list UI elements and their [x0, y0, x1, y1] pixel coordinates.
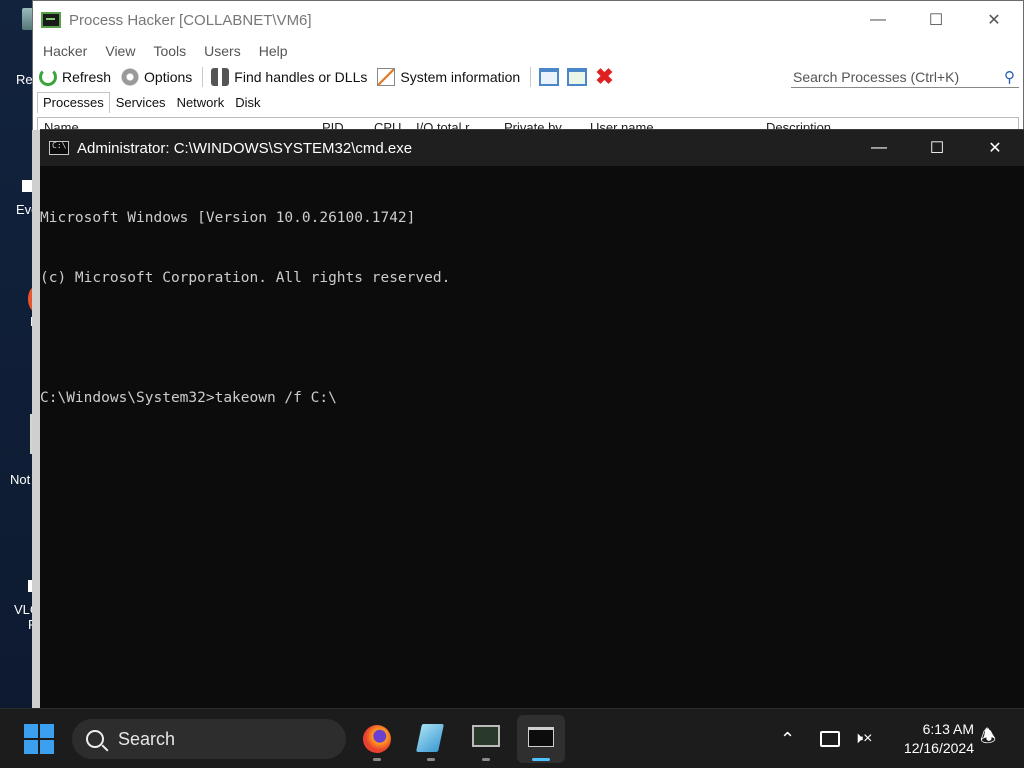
- windows-logo-icon: [40, 724, 54, 738]
- console-line: Microsoft Windows [Version 10.0.26100.17…: [40, 210, 416, 226]
- find-handles-button[interactable]: Find handles or DLLs: [211, 68, 367, 86]
- process-hacker-titlebar[interactable]: Process Hacker [COLLABNET\VM6] — ☐ ✕: [33, 1, 1023, 39]
- system-information-button[interactable]: System information: [377, 68, 520, 86]
- windows-logo-icon: [24, 724, 38, 738]
- clock-date: 12/16/2024: [903, 740, 974, 756]
- windows-logo-icon: [24, 740, 38, 754]
- command-prompt-line[interactable]: C:\Windows\System32>takeown /f C:\: [40, 388, 1024, 408]
- tab-network[interactable]: Network: [172, 93, 230, 113]
- taskbar-cmd[interactable]: [517, 715, 565, 763]
- start-button[interactable]: [24, 724, 56, 756]
- menu-bar: Hacker View Tools Users Help: [33, 39, 1023, 63]
- search-icon[interactable]: ⚲: [1004, 68, 1015, 86]
- refresh-icon: [39, 68, 57, 86]
- running-indicator: [482, 758, 490, 761]
- cmd-console[interactable]: Microsoft Windows [Version 10.0.26100.17…: [40, 166, 1024, 448]
- show-hidden-icons-button[interactable]: ⌃: [780, 709, 795, 768]
- options-button[interactable]: Options: [121, 68, 192, 86]
- taskbar-process-hacker[interactable]: [462, 715, 510, 763]
- notifications-button[interactable]: 🕭: [980, 709, 996, 768]
- network-icon: [820, 731, 840, 747]
- notepad-icon: [416, 724, 444, 752]
- system-information-label: System information: [400, 69, 521, 85]
- tab-strip: Processes Services Network Disk: [33, 91, 1023, 113]
- window-go-icon[interactable]: [567, 68, 588, 86]
- search-icon: [86, 730, 104, 748]
- active-indicator: [532, 758, 550, 761]
- search-placeholder: Search Processes (Ctrl+K): [793, 68, 960, 85]
- toolbar-separator: [530, 67, 532, 87]
- refresh-button[interactable]: Refresh: [39, 68, 111, 86]
- clock[interactable]: 6:13 AM 12/16/2024: [888, 720, 974, 758]
- gear-icon: [121, 68, 140, 86]
- cmd-minimize-button[interactable]: —: [850, 130, 908, 166]
- minimize-button[interactable]: —: [849, 1, 907, 39]
- cmd-window[interactable]: Administrator: C:\WINDOWS\SYSTEM32\cmd.e…: [40, 129, 1024, 708]
- process-hacker-title: Process Hacker [COLLABNET\VM6]: [69, 11, 312, 29]
- taskbar-firefox[interactable]: [353, 715, 401, 763]
- cmd-close-button[interactable]: ✕: [966, 130, 1024, 166]
- running-indicator: [427, 758, 435, 761]
- windows-logo-icon: [40, 740, 54, 754]
- menu-users[interactable]: Users: [204, 43, 241, 59]
- tab-processes[interactable]: Processes: [37, 92, 110, 113]
- menu-hacker[interactable]: Hacker: [43, 43, 87, 59]
- process-hacker-icon: [472, 725, 500, 747]
- process-hacker-app-icon: [41, 12, 61, 28]
- tab-services[interactable]: Services: [111, 93, 171, 113]
- network-button[interactable]: [820, 709, 840, 768]
- console-line: (c) Microsoft Corporation. All rights re…: [40, 270, 451, 286]
- binoculars-icon: [211, 68, 230, 86]
- toolbar: Refresh Options Find handles or DLLs Sys…: [33, 63, 1023, 91]
- cmd-icon: [528, 727, 554, 747]
- window-icon[interactable]: [539, 68, 560, 86]
- close-x-icon[interactable]: ✖: [595, 66, 615, 88]
- running-indicator: [373, 758, 381, 761]
- options-label: Options: [144, 69, 193, 85]
- cmd-titlebar[interactable]: Administrator: C:\WINDOWS\SYSTEM32\cmd.e…: [40, 130, 1024, 166]
- cmd-maximize-button[interactable]: ☐: [908, 130, 966, 166]
- cmd-title: Administrator: C:\WINDOWS\SYSTEM32\cmd.e…: [77, 139, 413, 157]
- toolbar-separator: [202, 67, 204, 87]
- volume-button[interactable]: 🕨×: [853, 709, 872, 768]
- chevron-up-icon: ⌃: [780, 728, 796, 749]
- cmd-app-icon: [49, 141, 69, 155]
- clock-time: 6:13 AM: [922, 721, 974, 737]
- window-edge: [32, 130, 40, 708]
- close-button[interactable]: ✕: [965, 1, 1023, 39]
- find-handles-label: Find handles or DLLs: [234, 69, 368, 85]
- refresh-label: Refresh: [62, 69, 112, 85]
- volume-muted-icon: 🕨×: [853, 730, 873, 747]
- chart-icon: [377, 68, 396, 86]
- menu-tools[interactable]: Tools: [153, 43, 186, 59]
- taskbar-search-label: Search: [118, 728, 176, 749]
- taskbar-notepad[interactable]: [407, 715, 455, 763]
- firefox-icon: [363, 725, 391, 753]
- tab-disk[interactable]: Disk: [230, 93, 265, 113]
- search-processes-input[interactable]: Search Processes (Ctrl+K) ⚲: [791, 66, 1019, 88]
- bell-icon: 🕭: [980, 726, 997, 746]
- menu-help[interactable]: Help: [259, 43, 288, 59]
- maximize-button[interactable]: ☐: [907, 1, 965, 39]
- taskbar: Search ⌃ 🕨× 6:13 AM 12/16/2024 🕭: [0, 708, 1024, 768]
- menu-view[interactable]: View: [105, 43, 135, 59]
- taskbar-search[interactable]: Search: [72, 719, 346, 759]
